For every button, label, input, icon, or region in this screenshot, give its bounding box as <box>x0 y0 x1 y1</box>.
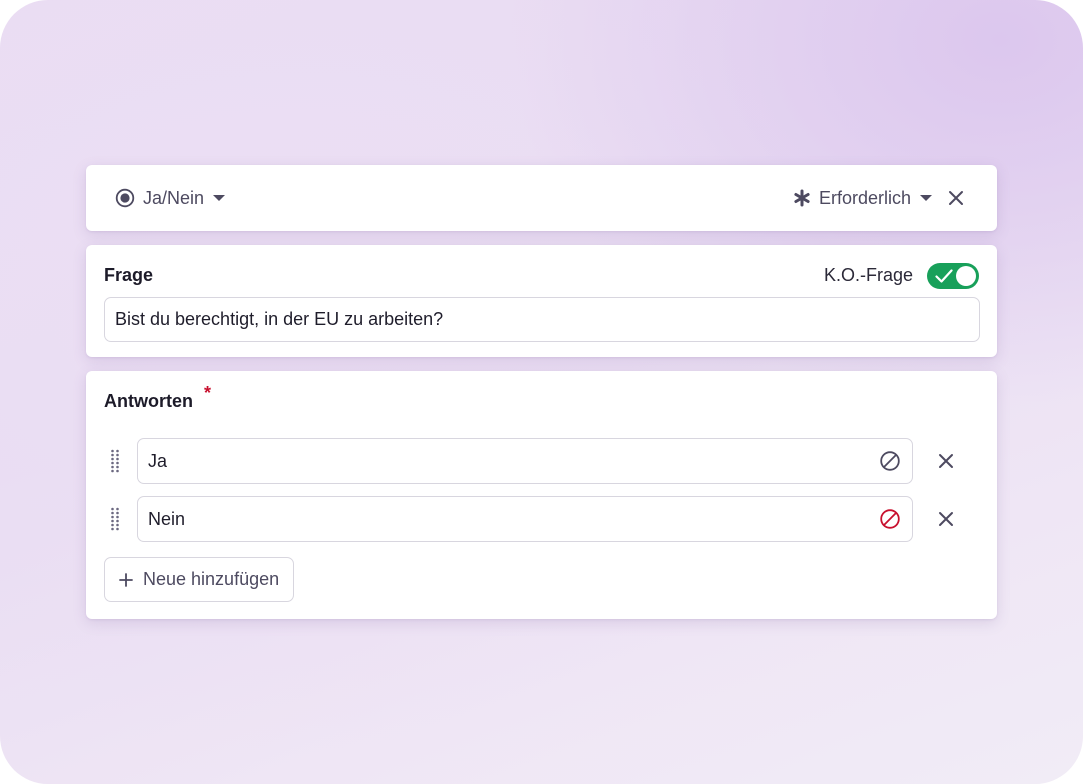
toggle-knob <box>956 266 976 286</box>
ko-answer-block-icon[interactable] <box>879 508 901 530</box>
answers-title: Antworten <box>104 391 193 411</box>
drag-handle-icon[interactable] <box>110 449 120 473</box>
answer-row <box>86 496 997 542</box>
radio-button-icon <box>115 188 135 208</box>
answer-input[interactable] <box>137 438 913 484</box>
answer-input[interactable] <box>137 496 913 542</box>
add-answer-label: Neue hinzufügen <box>143 569 280 589</box>
chevron-down-icon <box>212 193 226 203</box>
remove-answer-button[interactable] <box>938 511 954 527</box>
drag-handle-icon[interactable] <box>110 507 120 531</box>
ko-answer-block-icon[interactable] <box>879 450 901 472</box>
add-answer-button[interactable]: Neue hinzufügen <box>104 557 295 602</box>
question-title: Frage <box>104 265 154 285</box>
close-icon <box>939 454 953 468</box>
remove-answer-button[interactable] <box>938 453 954 469</box>
background-frame: Ja/Nein Erforderlich Frage K.O.-Frage Bi… <box>0 0 1083 784</box>
required-dropdown[interactable]: Erforderlich <box>819 188 911 209</box>
question-type-dropdown[interactable]: Ja/Nein <box>115 187 226 209</box>
asterisk-icon <box>793 189 811 207</box>
required-controls: Erforderlich <box>793 187 965 209</box>
check-icon <box>935 268 953 289</box>
plus-icon <box>119 572 133 587</box>
close-icon <box>949 191 963 205</box>
close-question-button[interactable] <box>947 189 965 207</box>
question-type-card: Ja/Nein Erforderlich <box>86 165 997 231</box>
answers-card: Antworten * Ja Nein Neue hinzufügen <box>86 371 997 619</box>
close-icon <box>939 512 953 526</box>
question-type-label: Ja/Nein <box>143 187 205 208</box>
ko-question-toggle[interactable] <box>927 263 979 289</box>
question-input[interactable] <box>104 297 980 342</box>
chevron-down-icon[interactable] <box>919 193 933 203</box>
question-card: Frage K.O.-Frage <box>86 245 997 357</box>
ko-question-label: K.O.-Frage <box>823 265 913 285</box>
required-star: * <box>204 383 212 403</box>
answer-row <box>86 438 997 484</box>
